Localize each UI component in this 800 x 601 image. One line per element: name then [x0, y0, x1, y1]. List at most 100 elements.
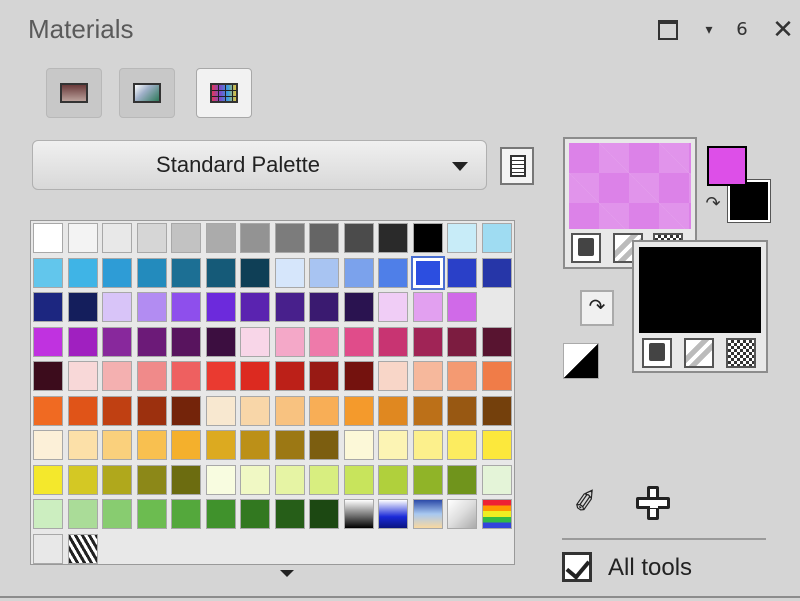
swatch[interactable] — [343, 257, 374, 288]
swatch[interactable] — [412, 430, 443, 460]
swatch[interactable] — [67, 326, 98, 357]
swatch[interactable] — [274, 326, 305, 357]
swatch[interactable] — [102, 326, 132, 357]
swatch[interactable] — [274, 292, 305, 322]
swatch[interactable] — [412, 292, 443, 322]
swatch[interactable] — [205, 257, 236, 288]
swatch[interactable] — [378, 223, 408, 253]
scroll-down-icon[interactable] — [280, 570, 294, 577]
swatch[interactable] — [136, 223, 167, 253]
swatch[interactable] — [343, 430, 374, 460]
swatch[interactable] — [171, 499, 201, 529]
swatch[interactable] — [33, 464, 63, 495]
swatch[interactable] — [412, 361, 443, 391]
swatch[interactable] — [102, 361, 132, 391]
swatch[interactable] — [378, 464, 408, 495]
swatch[interactable] — [447, 257, 477, 288]
swatch[interactable] — [274, 361, 305, 391]
swatch[interactable] — [447, 292, 477, 322]
swatch[interactable] — [67, 361, 98, 391]
swatch[interactable] — [136, 257, 167, 288]
swatch[interactable] — [67, 464, 98, 495]
swatch[interactable] — [33, 292, 63, 322]
gradient-mode-icon[interactable] — [684, 338, 714, 368]
swatch[interactable] — [274, 395, 305, 426]
swatch[interactable] — [309, 257, 339, 288]
swatch[interactable] — [412, 257, 443, 288]
swatch[interactable] — [205, 464, 236, 495]
swatch[interactable] — [412, 499, 443, 529]
swatch[interactable] — [343, 223, 374, 253]
background-color-small[interactable] — [727, 179, 771, 223]
swatch[interactable] — [343, 292, 374, 322]
palette-dropdown[interactable]: Standard Palette — [32, 140, 487, 190]
swatch[interactable] — [309, 499, 339, 529]
swatch[interactable] — [240, 430, 270, 460]
swatch[interactable] — [205, 223, 236, 253]
swatch[interactable] — [447, 499, 477, 529]
swatch[interactable] — [447, 361, 477, 391]
swatch[interactable] — [102, 292, 132, 322]
swatch[interactable] — [102, 430, 132, 460]
background-material-box[interactable] — [632, 240, 768, 373]
swatch[interactable] — [378, 257, 408, 288]
pattern-mode-icon[interactable] — [726, 338, 756, 368]
swatch[interactable] — [447, 395, 477, 426]
swatch[interactable] — [481, 257, 512, 288]
swatch[interactable] — [33, 430, 63, 460]
swatch[interactable] — [240, 257, 270, 288]
swatch[interactable] — [102, 464, 132, 495]
swatch[interactable] — [309, 395, 339, 426]
swatch[interactable] — [240, 223, 270, 253]
swatch[interactable] — [205, 499, 236, 529]
swatch[interactable] — [171, 361, 201, 391]
swatch[interactable] — [343, 361, 374, 391]
swatch[interactable] — [274, 464, 305, 495]
swatch[interactable] — [378, 430, 408, 460]
swatch[interactable] — [67, 292, 98, 322]
swatch[interactable] — [343, 395, 374, 426]
swatch[interactable] — [309, 292, 339, 322]
swatch[interactable] — [378, 499, 408, 529]
swatch[interactable] — [136, 326, 167, 357]
swatch[interactable] — [240, 464, 270, 495]
swatch[interactable] — [33, 361, 63, 391]
reset-black-white-icon[interactable] — [563, 343, 599, 379]
swatch[interactable] — [412, 464, 443, 495]
swatch[interactable] — [447, 326, 477, 357]
swatch[interactable] — [412, 223, 443, 253]
swatch[interactable] — [240, 361, 270, 391]
swatch[interactable] — [171, 223, 201, 253]
swatch[interactable] — [412, 395, 443, 426]
swatch[interactable] — [205, 292, 236, 322]
pin-icon[interactable]: 𝟨 — [729, 16, 755, 42]
swatch[interactable] — [274, 430, 305, 460]
swatch[interactable] — [171, 464, 201, 495]
swatch[interactable] — [274, 223, 305, 253]
swatch[interactable] — [481, 326, 512, 357]
swatch[interactable] — [378, 292, 408, 322]
swatch[interactable] — [240, 499, 270, 529]
background-material-swatch[interactable] — [639, 247, 761, 333]
swatch[interactable] — [240, 395, 270, 426]
swatch[interactable] — [171, 326, 201, 357]
swatch[interactable] — [136, 292, 167, 322]
swatch[interactable] — [33, 257, 63, 288]
swatch[interactable] — [378, 361, 408, 391]
swatch[interactable] — [481, 395, 512, 426]
swap-materials-icon[interactable]: ↷ — [580, 290, 614, 326]
swatch[interactable] — [481, 361, 512, 391]
swatch[interactable] — [33, 395, 63, 426]
eyedropper-icon[interactable]: ✐ — [563, 480, 609, 526]
swatch[interactable] — [205, 395, 236, 426]
tab-gradient[interactable] — [119, 68, 175, 118]
swatch[interactable] — [136, 499, 167, 529]
swatch[interactable] — [205, 361, 236, 391]
swatch[interactable] — [481, 223, 512, 253]
foreground-material-swatch[interactable] — [569, 143, 691, 229]
swatch[interactable] — [378, 395, 408, 426]
color-mode-icon[interactable] — [571, 233, 601, 263]
swatch[interactable] — [309, 361, 339, 391]
swatch[interactable] — [274, 499, 305, 529]
swatch[interactable] — [33, 223, 63, 253]
